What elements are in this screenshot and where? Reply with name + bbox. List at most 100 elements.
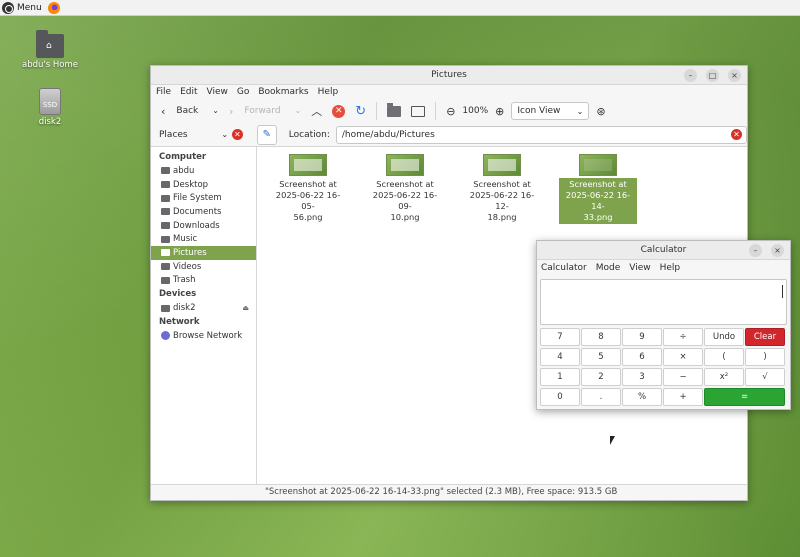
key-6[interactable]: 6 [622, 348, 662, 366]
key-9[interactable]: 9 [622, 328, 662, 346]
sidebar-item-downloads[interactable]: Downloads [151, 219, 256, 233]
desktop-icon-home[interactable]: ⌂ abdu's Home [20, 30, 80, 70]
clear-location-icon[interactable]: ✕ [730, 129, 742, 140]
key-subtract[interactable]: − [663, 368, 703, 386]
window-title: Pictures [431, 70, 467, 80]
forward-arrow-icon: › [228, 104, 234, 118]
eject-icon[interactable]: ⏏ [242, 304, 249, 312]
menu-calculator[interactable]: Calculator [541, 263, 587, 273]
sidebar-mode-select[interactable]: Places ⌄ ✕ [151, 129, 249, 140]
image-thumbnail [579, 154, 617, 176]
folder-icon [161, 235, 170, 243]
desktop-icon-disk2[interactable]: SSD disk2 [20, 88, 80, 127]
menu-go[interactable]: Go [237, 87, 249, 97]
file-item[interactable]: Screenshot at 2025-06-22 16-12- 18.png [463, 154, 541, 224]
key-clear[interactable]: Clear [745, 328, 785, 346]
zoom-out-button[interactable]: ⊖ [443, 101, 458, 121]
toolbar: ‹ Back ⌄ › Forward ⌄ ︿ ✕ ↻ ⊖ 100% ⊕ Icon… [151, 99, 747, 123]
key-2[interactable]: 2 [581, 368, 621, 386]
home-button[interactable] [384, 101, 404, 121]
computer-icon [411, 105, 426, 117]
sidebar-item-videos[interactable]: Videos [151, 260, 256, 274]
menu-view[interactable]: View [207, 87, 228, 97]
window-titlebar[interactable]: Calculator – × [537, 241, 790, 260]
up-button[interactable]: ︿ [308, 101, 325, 121]
close-sidebar-icon[interactable]: ✕ [231, 129, 243, 140]
drive-icon [161, 194, 170, 202]
sidebar-item-browse-network[interactable]: Browse Network [151, 329, 256, 343]
sidebar-item-pictures[interactable]: Pictures [151, 246, 256, 260]
key-8[interactable]: 8 [581, 328, 621, 346]
key-divide[interactable]: ÷ [663, 328, 703, 346]
key-4[interactable]: 4 [540, 348, 580, 366]
key-undo[interactable]: Undo [704, 328, 744, 346]
sidebar-item-desktop[interactable]: Desktop [151, 178, 256, 192]
menu-view[interactable]: View [629, 263, 650, 273]
key-percent[interactable]: % [622, 388, 662, 406]
file-item[interactable]: Screenshot at 2025-06-22 16-05- 56.png [269, 154, 347, 224]
key-5[interactable]: 5 [581, 348, 621, 366]
minimize-button[interactable]: – [749, 244, 762, 257]
maximize-button[interactable]: □ [706, 69, 719, 82]
calculator-window: Calculator – × Calculator Mode View Help… [536, 240, 791, 410]
key-decimal[interactable]: . [581, 388, 621, 406]
pencil-icon: ✎ [262, 129, 271, 140]
reload-icon: ↻ [355, 103, 367, 119]
search-button[interactable]: ⊛ [593, 101, 608, 121]
sidebar-item-abdu[interactable]: abdu [151, 164, 256, 178]
reload-button[interactable]: ↻ [352, 101, 369, 121]
menu-button[interactable]: Menu [2, 1, 42, 14]
location-row: Places ⌄ ✕ ✎ Location: /home/abdu/Pictur… [151, 123, 747, 147]
desktop-icon-label: disk2 [38, 117, 62, 127]
sidebar-item-music[interactable]: Music [151, 232, 256, 246]
minimize-button[interactable]: – [684, 69, 697, 82]
file-item-selected[interactable]: Screenshot at 2025-06-22 16-14- 33.png [559, 154, 637, 224]
top-panel: Menu [0, 0, 800, 16]
menu-help[interactable]: Help [660, 263, 681, 273]
key-add[interactable]: + [663, 388, 703, 406]
key-equals[interactable]: = [704, 388, 785, 406]
computer-button[interactable] [408, 101, 428, 121]
zoom-in-button[interactable]: ⊕ [492, 101, 507, 121]
location-input[interactable]: /home/abdu/Pictures ✕ [335, 125, 747, 144]
back-button[interactable]: ‹ Back ⌄ [158, 101, 222, 121]
key-7[interactable]: 7 [540, 328, 580, 346]
menu-help[interactable]: Help [318, 87, 339, 97]
toolbar-separator [376, 102, 378, 120]
close-button[interactable]: × [771, 244, 784, 257]
stop-button[interactable]: ✕ [329, 101, 348, 121]
file-name: Screenshot at 2025-06-22 16-05- 56.png [275, 179, 341, 222]
sidebar-header-computer: Computer [159, 152, 207, 162]
sidebar-item-trash[interactable]: Trash [151, 274, 256, 288]
key-sqrt[interactable]: √ [745, 368, 785, 386]
calculator-display[interactable] [540, 279, 787, 325]
menu-bookmarks[interactable]: Bookmarks [258, 87, 308, 97]
menu-file[interactable]: File [156, 87, 171, 97]
location-label: Location: [288, 129, 330, 140]
key-0[interactable]: 0 [540, 388, 580, 406]
menubar: File Edit View Go Bookmarks Help [151, 85, 747, 99]
folder-icon [161, 263, 170, 271]
forward-button[interactable]: › Forward ⌄ [226, 101, 304, 121]
menu-mode[interactable]: Mode [596, 263, 621, 273]
sidebar-item-documents[interactable]: Documents [151, 205, 256, 219]
file-name: Screenshot at 2025-06-22 16-14- 33.png [559, 178, 637, 224]
sidebar-item-file-system[interactable]: File System [151, 191, 256, 205]
window-titlebar[interactable]: Pictures – □ × [151, 66, 747, 85]
home-folder-icon [161, 167, 170, 175]
key-3[interactable]: 3 [622, 368, 662, 386]
key-1[interactable]: 1 [540, 368, 580, 386]
key-close-paren[interactable]: ) [745, 348, 785, 366]
key-open-paren[interactable]: ( [704, 348, 744, 366]
key-multiply[interactable]: × [663, 348, 703, 366]
toggle-location-entry-button[interactable]: ✎ [256, 124, 277, 145]
sidebar-item-disk2[interactable]: disk2 ⏏ [151, 301, 256, 315]
close-button[interactable]: × [728, 69, 741, 82]
file-item[interactable]: Screenshot at 2025-06-22 16-09- 10.png [366, 154, 444, 224]
trash-icon [161, 276, 170, 284]
key-square[interactable]: x² [704, 368, 744, 386]
window-title: Calculator [640, 245, 687, 255]
menu-edit[interactable]: Edit [180, 87, 197, 97]
firefox-launcher-icon[interactable] [47, 1, 60, 14]
view-mode-select[interactable]: Icon View ⌄ [511, 102, 590, 120]
